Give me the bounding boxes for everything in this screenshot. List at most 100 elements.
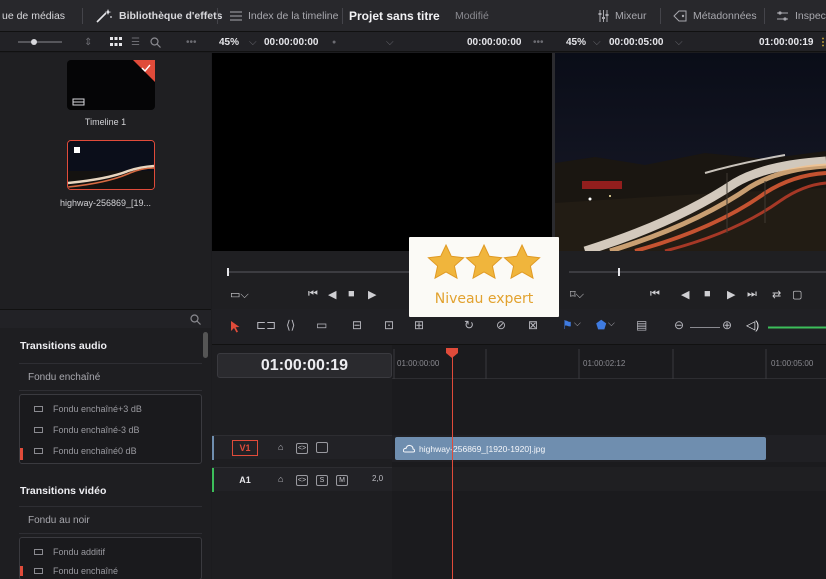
- play-icon[interactable]: ▶: [727, 288, 735, 301]
- zoom-slider[interactable]: [690, 326, 720, 329]
- more-options-icon[interactable]: •••: [186, 32, 197, 52]
- skip-start-icon[interactable]: ⏮: [308, 288, 318, 301]
- effects-library-tab[interactable]: Bibliothèque d'effets: [95, 0, 222, 32]
- trim-tool-icon[interactable]: ⊏⊐: [256, 318, 276, 332]
- replace-clip-icon[interactable]: ⊞: [414, 318, 424, 332]
- flag-icon[interactable]: ⚑: [562, 318, 573, 332]
- program-viewer[interactable]: [555, 53, 826, 251]
- overwrite-clip-icon[interactable]: ⊡: [384, 318, 394, 332]
- list-item-label: Fondu enchaîné0 dB: [53, 446, 137, 456]
- reverse-play-icon[interactable]: ◀: [681, 288, 689, 301]
- blade-tool-icon[interactable]: ▭: [316, 318, 327, 332]
- list-item[interactable]: Fondu enchaîné-3 dB: [34, 425, 140, 435]
- stop-icon[interactable]: ■: [704, 288, 711, 300]
- skip-end-icon[interactable]: ⏭: [747, 288, 757, 301]
- scrollbar-thumb[interactable]: [203, 332, 208, 358]
- list-view-icon[interactable]: ☰: [131, 32, 140, 52]
- audio-track-header[interactable]: A1 ⌂ <> S M 2,0: [212, 467, 392, 492]
- transition-icon: [34, 549, 43, 555]
- metadata-tab[interactable]: Métadonnées: [673, 0, 757, 32]
- playhead[interactable]: [452, 348, 453, 579]
- chevron-down-icon[interactable]: ⌵: [386, 32, 394, 52]
- skip-start-icon[interactable]: ⏮: [650, 288, 660, 301]
- volume-slider[interactable]: [768, 326, 826, 329]
- effects-search-bar[interactable]: [0, 310, 211, 328]
- snapping-icon[interactable]: ↻: [464, 318, 474, 332]
- audio-track-lane[interactable]: [392, 467, 826, 491]
- timeline-thumbnail[interactable]: [67, 60, 155, 110]
- video-track-header[interactable]: V1 ⌂ <>: [212, 435, 392, 460]
- stop-icon[interactable]: ■: [348, 288, 355, 300]
- chevron-down-icon[interactable]: ⌵: [249, 32, 257, 52]
- timeline-view-icon[interactable]: ▤: [636, 318, 647, 332]
- video-transitions-list: Fondu additif Fondu enchaîné: [19, 537, 202, 579]
- timeline-timecode: 01:00:00:19: [217, 353, 392, 378]
- grid-view-icon[interactable]: [110, 32, 122, 52]
- magnifier-icon: [150, 36, 161, 48]
- auto-select-icon[interactable]: <>: [296, 474, 308, 486]
- track-lock-icon[interactable]: ⌂: [278, 442, 283, 452]
- zoom-in-icon[interactable]: ⊕: [722, 318, 732, 332]
- viewer-toolbar: ⇕ ☰ ••• 45% ⌵ 00:00:00:00 ● ⌵ 00:00:00:0…: [0, 32, 826, 52]
- ruler-label: 01:00:02:12: [583, 359, 626, 368]
- source-zoom[interactable]: 45%: [219, 32, 239, 52]
- list-item[interactable]: Fondu enchaîné0 dB: [34, 446, 137, 456]
- highway-thumbnail[interactable]: [67, 140, 155, 190]
- audio-transitions-list: Fondu enchaîné+3 dB Fondu enchaîné-3 dB …: [19, 394, 202, 464]
- selection-arrow-icon[interactable]: [230, 320, 240, 333]
- auto-select-icon[interactable]: <>: [296, 442, 308, 454]
- divider: [764, 8, 765, 24]
- dynamic-trim-icon[interactable]: ⟨⟩: [286, 318, 295, 332]
- audio-group-row[interactable]: Fondu enchaîné: [19, 363, 202, 391]
- media-pool-tab[interactable]: ue de médias: [2, 0, 65, 32]
- mute-button[interactable]: M: [336, 474, 348, 486]
- timeline-clip[interactable]: highway-256869_[1920-1920].jpg: [395, 437, 766, 460]
- list-icon: [230, 11, 242, 21]
- lock-icon[interactable]: ⊠: [528, 318, 538, 332]
- transition-icon: [34, 406, 43, 412]
- track-lock-icon[interactable]: ⌂: [278, 474, 283, 484]
- thumbnail-size-slider[interactable]: [18, 32, 62, 52]
- track-visibility-icon[interactable]: [316, 442, 328, 455]
- tag-icon: [673, 10, 687, 22]
- zoom-out-icon[interactable]: ⊖: [674, 318, 684, 332]
- timeline-index-tab[interactable]: Index de la timeline: [230, 0, 338, 32]
- inspector-tab-label: Inspect: [795, 10, 826, 22]
- divider: [342, 8, 343, 24]
- timeline-thumbnail-art: [72, 60, 155, 106]
- level-label: Niveau expert: [434, 291, 534, 307]
- chevron-down-icon[interactable]: ⌵: [593, 32, 601, 52]
- video-track-name[interactable]: V1: [232, 440, 258, 456]
- more-options-icon[interactable]: ⋮: [818, 32, 826, 52]
- effects-library-panel: Transitions audio Fondu enchaîné Fondu e…: [0, 309, 211, 579]
- viewer-mode-icon[interactable]: ⌑⌵: [570, 288, 584, 302]
- list-item[interactable]: Fondu enchaîné: [34, 566, 118, 576]
- chevron-down-icon[interactable]: ⌵: [574, 318, 581, 329]
- loop-icon[interactable]: ⇄: [772, 288, 781, 301]
- inspector-tab[interactable]: Inspect: [776, 0, 826, 32]
- program-zoom[interactable]: 45%: [566, 32, 586, 52]
- viewer-mode-icon[interactable]: ▭⌵: [230, 288, 249, 302]
- search-icon[interactable]: [150, 32, 161, 52]
- chevron-down-icon[interactable]: ⌵: [675, 32, 683, 52]
- video-group-row[interactable]: Fondu au noir: [19, 506, 202, 534]
- speaker-icon[interactable]: ◁): [746, 318, 759, 332]
- marker-icon[interactable]: ⬟: [596, 318, 606, 332]
- mixer-tab[interactable]: Mixeur: [598, 0, 647, 32]
- sort-icon[interactable]: ⇕: [84, 32, 92, 52]
- play-icon[interactable]: ▶: [368, 288, 376, 301]
- solo-button[interactable]: S: [316, 474, 328, 486]
- insert-clip-icon[interactable]: ⊟: [352, 318, 362, 332]
- source-viewer[interactable]: [212, 53, 552, 251]
- list-item[interactable]: Fondu additif: [34, 547, 105, 557]
- list-item-label: Fondu additif: [53, 547, 106, 557]
- audio-track-name[interactable]: A1: [232, 472, 258, 488]
- chevron-down-icon[interactable]: ⌵: [608, 318, 615, 329]
- timeline-area[interactable]: 01:00:00:00 01:00:02:12 01:00:05:00 high…: [392, 345, 826, 579]
- fullscreen-icon[interactable]: ▢: [792, 288, 802, 301]
- link-icon[interactable]: ⊘: [496, 318, 506, 332]
- more-options-icon[interactable]: •••: [533, 32, 544, 52]
- highway-night-photo: [555, 53, 826, 251]
- reverse-play-icon[interactable]: ◀: [328, 288, 336, 301]
- list-item[interactable]: Fondu enchaîné+3 dB: [34, 404, 142, 414]
